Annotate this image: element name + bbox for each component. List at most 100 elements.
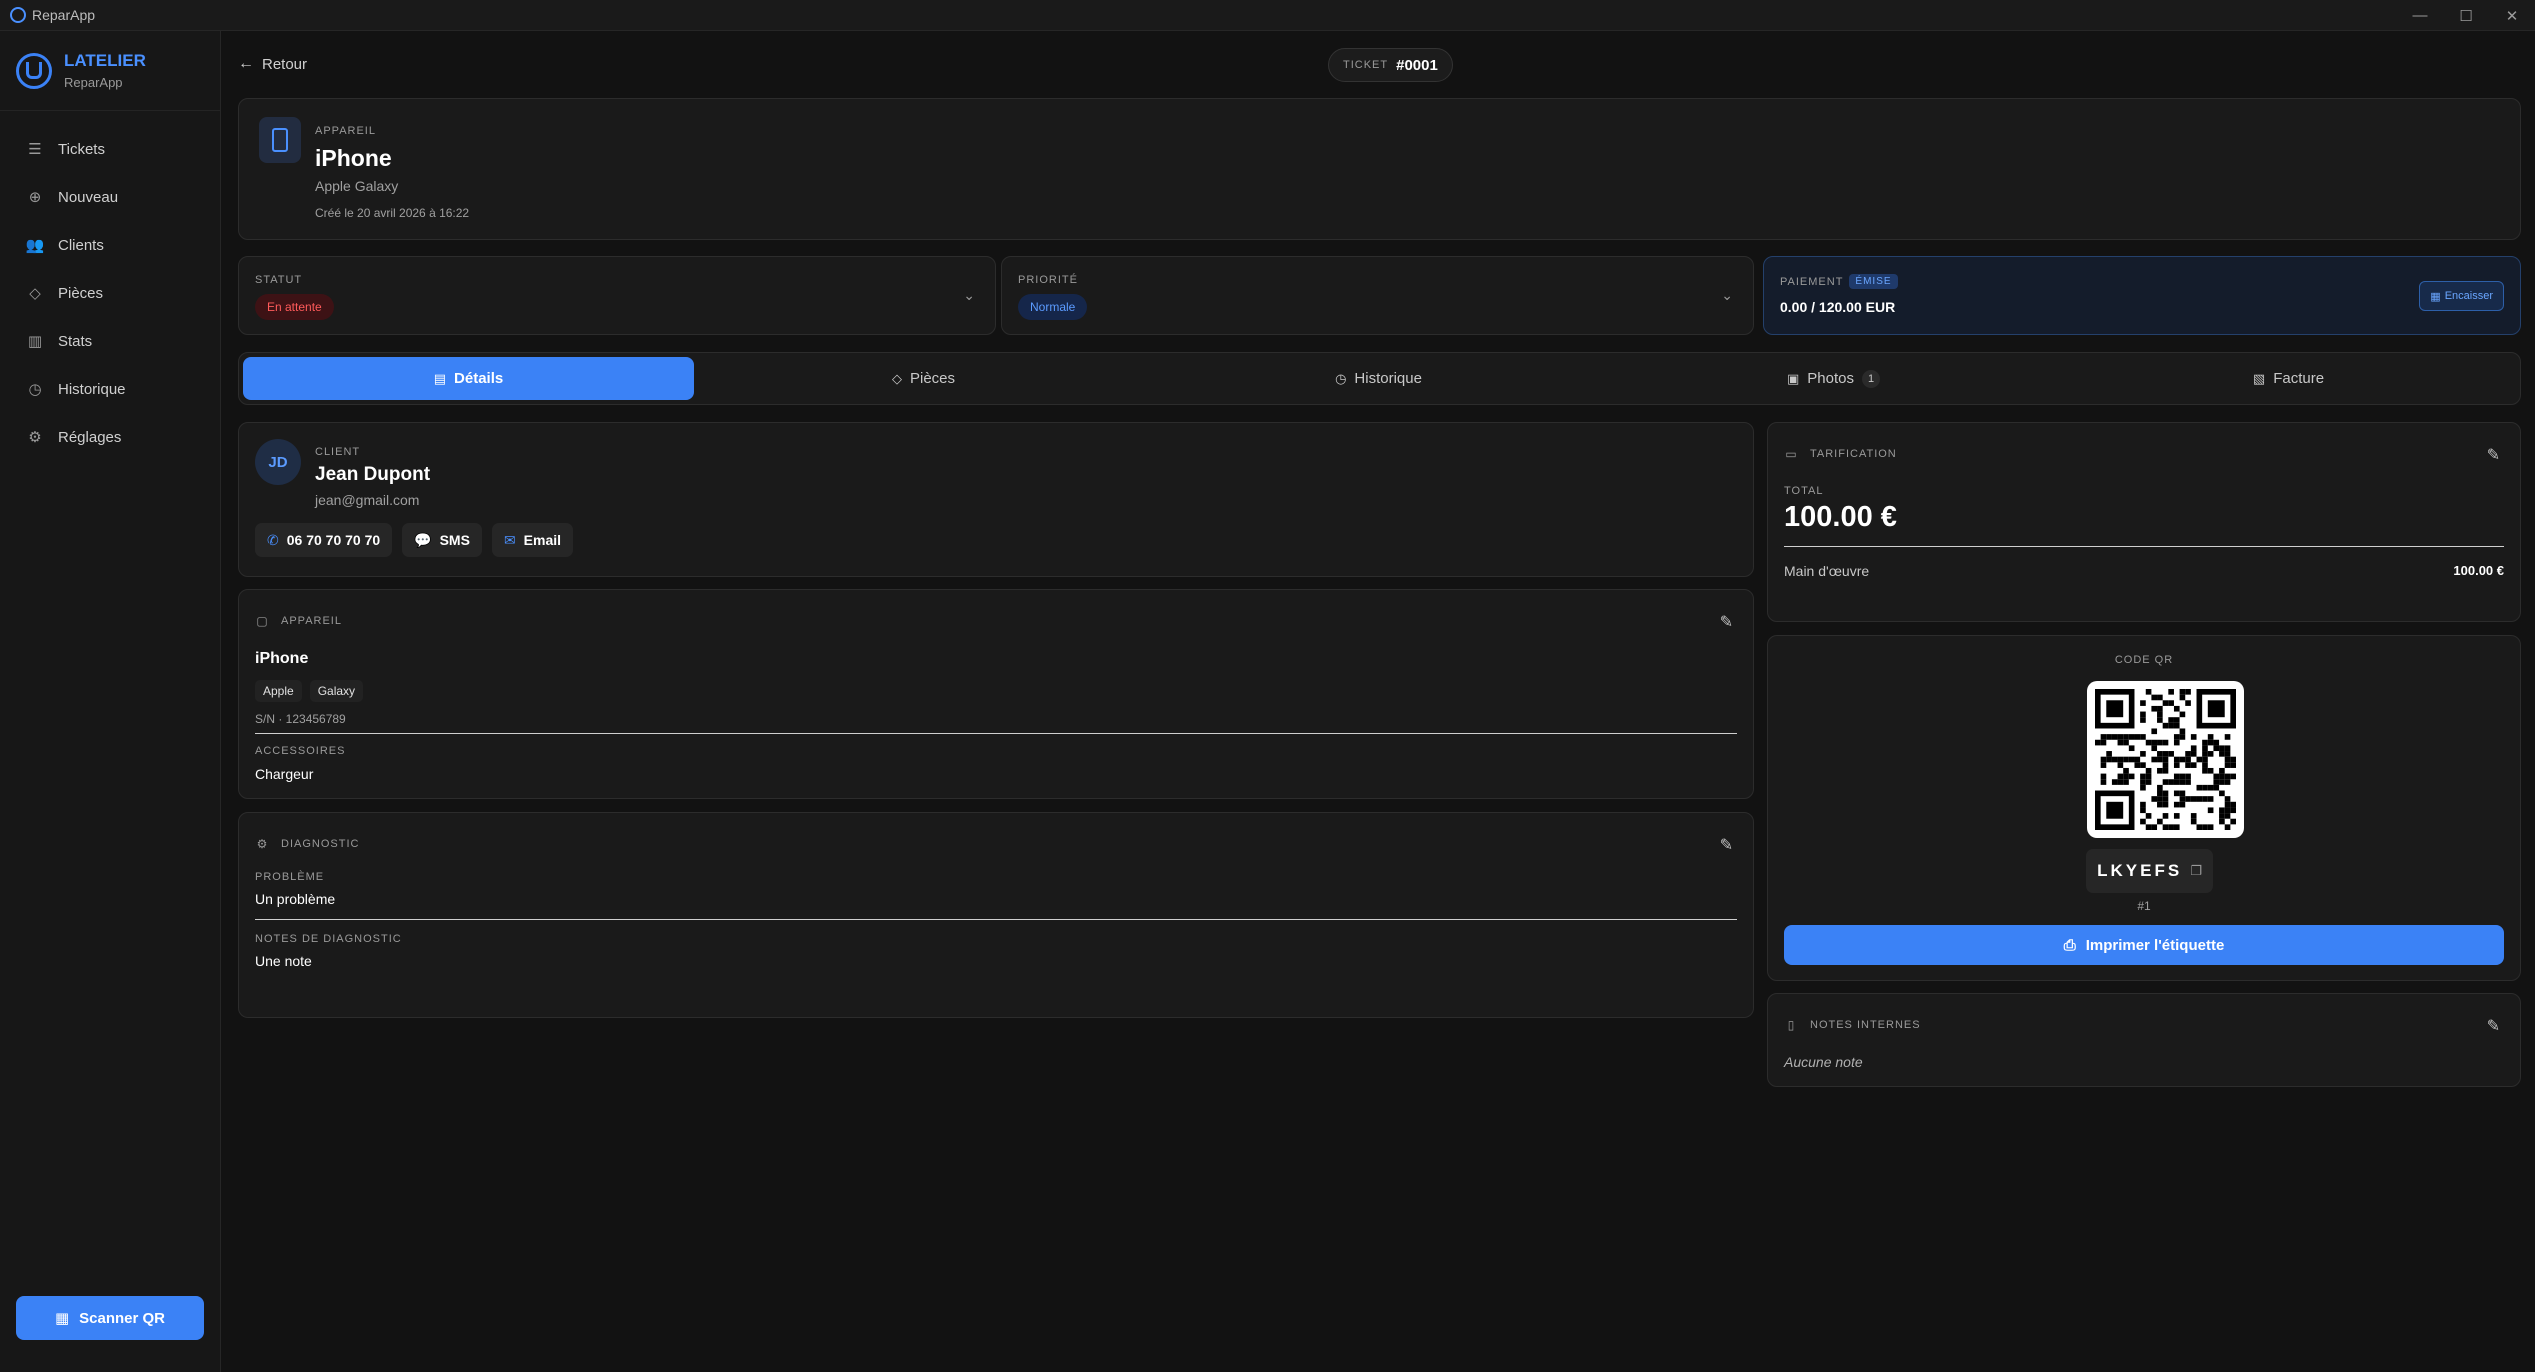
tab-pieces[interactable]: ◇ Pièces — [698, 357, 1149, 400]
appareil-card: ▢ APPAREIL ✎ iPhone Apple Galaxy S/N · 1… — [238, 589, 1754, 799]
client-email: jean@gmail.com — [315, 492, 420, 508]
call-button[interactable]: ✆ 06 70 70 70 70 — [255, 523, 393, 557]
arrow-left-icon: ← — [238, 55, 254, 72]
sidebar-item-label: Stats — [58, 332, 93, 350]
edit-pencil-icon[interactable]: ✎ — [1720, 612, 1733, 632]
chevron-down-icon: ⌄ — [963, 287, 975, 303]
sidebar-item-historique[interactable]: ◷ Historique — [0, 365, 220, 413]
tab-photos[interactable]: ▣ Photos 1 — [1608, 357, 2059, 400]
gear-icon: ⚙ — [256, 837, 268, 851]
back-label: Retour — [262, 55, 308, 73]
minimize-button[interactable]: — — [2397, 0, 2443, 31]
sidebar-item-tickets[interactable]: ☰ Tickets — [0, 125, 220, 173]
sidebar-item-label: Pièces — [58, 284, 104, 302]
sidebar-item-label: Nouveau — [58, 188, 119, 206]
close-button[interactable]: ✕ — [2489, 0, 2535, 31]
print-label-button[interactable]: ⎙ Imprimer l'étiquette — [1784, 925, 2504, 965]
qr-index: #1 — [2137, 899, 2151, 913]
encaisser-label: Encaisser — [2444, 290, 2493, 302]
image-icon: ▣ — [1787, 370, 1800, 386]
divider — [255, 919, 1737, 920]
sidebar-item-label: Réglages — [58, 428, 122, 446]
back-button[interactable]: ← Retour — [238, 55, 307, 73]
divider — [1784, 546, 2504, 547]
tab-bar: ▤ Détails ◇ Pièces ◷ Historique ▣ Photos… — [238, 352, 2521, 405]
encaisser-button[interactable]: ▦ Encaisser — [2419, 281, 2504, 311]
qr-code-svg — [2095, 689, 2236, 830]
clipboard-icon: ▯ — [1787, 1018, 1795, 1032]
qr-icon: ▦ — [2430, 290, 2441, 303]
client-card: JD CLIENT Jean Dupont jean@gmail.com ✆ 06… — [238, 422, 1754, 577]
pricing-line-value: 100.00 € — [2453, 563, 2504, 578]
sms-label: SMS — [439, 532, 470, 548]
brand-sub: ReparApp — [64, 75, 123, 90]
diagnostic-label: DIAGNOSTIC — [281, 838, 360, 850]
copy-icon[interactable]: ❐ — [2190, 863, 2202, 879]
brand-tag: Apple — [255, 680, 302, 702]
chat-icon: 💬 — [414, 531, 432, 548]
model-tag: Galaxy — [309, 680, 364, 702]
client-label: CLIENT — [315, 446, 361, 458]
smartphone-icon — [259, 117, 301, 163]
qr-code-text[interactable]: LKYEFS ❐ — [2086, 849, 2213, 893]
sms-button[interactable]: 💬 SMS — [402, 523, 482, 557]
mail-icon: ✉ — [503, 531, 516, 548]
sidebar-item-clients[interactable]: 👥 Clients — [0, 221, 220, 269]
email-button[interactable]: ✉ Email — [491, 523, 574, 557]
qr-icon: ▦ — [54, 1310, 70, 1327]
ticket-label: TICKET — [1343, 59, 1389, 71]
diagnostic-card: ⚙ DIAGNOSTIC ✎ PROBLÈME Un problème NOTE… — [238, 812, 1754, 1018]
tab-label: Pièces — [909, 370, 956, 387]
ticket-number: #0001 — [1396, 56, 1438, 74]
sidebar-item-nouveau[interactable]: ⊕ Nouveau — [0, 173, 220, 221]
sidebar: LATELIER ReparApp ☰ Tickets ⊕ Nouveau 👥 Cli… — [0, 31, 221, 1372]
payment-card: PAIEMENT ÉMISE 0.00 / 120.00 EUR ▦ Encai… — [1763, 256, 2521, 335]
edit-pencil-icon[interactable]: ✎ — [2487, 445, 2500, 465]
tab-historique[interactable]: ◷ Historique — [1153, 357, 1604, 400]
clock-icon: ◷ — [1335, 370, 1347, 386]
device-model: Apple Galaxy — [315, 178, 399, 194]
internal-notes-card: ▯ NOTES INTERNES ✎ Aucune note — [1767, 993, 2521, 1087]
device-header-card: APPAREIL iPhone Apple Galaxy Créé le 20 … — [238, 98, 2521, 240]
total-amount: 100.00 € — [1784, 501, 1897, 533]
clock-icon: ◷ — [28, 381, 42, 398]
app-icon — [10, 7, 26, 23]
priority-label: PRIORITÉ — [1018, 274, 1078, 286]
main-content: ← Retour TICKET #0001 APPAREIL iPhone Ap… — [222, 31, 2535, 1372]
payment-label: PAIEMENT — [1780, 275, 1844, 288]
qr-label: CODE QR — [2114, 654, 2174, 666]
sidebar-item-reglages[interactable]: ⚙ Réglages — [0, 413, 220, 461]
qr-code-value: LKYEFS — [2097, 861, 2183, 880]
chevron-down-icon: ⌄ — [1721, 287, 1733, 303]
notes-value: Aucune note — [1784, 1054, 1863, 1070]
maximize-button[interactable]: ☐ — [2443, 0, 2489, 31]
phone-icon: ✆ — [267, 531, 279, 548]
pricing-line-label: Main d'œuvre — [1784, 563, 1870, 579]
invoice-icon: ▧ — [2252, 370, 2266, 386]
ticket-number-badge: TICKET #0001 — [1328, 48, 1453, 82]
plus-circle-icon: ⊕ — [28, 189, 42, 206]
square-icon: ▢ — [256, 614, 268, 628]
edit-pencil-icon[interactable]: ✎ — [2487, 1016, 2500, 1036]
tag-icon: ◇ — [29, 285, 41, 302]
tab-facture[interactable]: ▧ Facture — [2063, 357, 2514, 400]
priority-select[interactable]: PRIORITÉ Normale ⌄ — [1001, 256, 1754, 335]
tab-details[interactable]: ▤ Détails — [243, 357, 694, 400]
diagnostic-notes-label: NOTES DE DIAGNOSTIC — [255, 933, 402, 945]
sidebar-nav: ☰ Tickets ⊕ Nouveau 👥 Clients ◇ Pièces ▥ Stat… — [0, 111, 220, 461]
avatar: JD — [255, 439, 301, 485]
appareil-label: APPAREIL — [281, 615, 342, 627]
priority-badge: Normale — [1018, 294, 1088, 320]
status-select[interactable]: STATUT En attente ⌄ — [238, 256, 996, 335]
sidebar-item-pieces[interactable]: ◇ Pièces — [0, 269, 220, 317]
scan-qr-button[interactable]: ▦ Scanner QR — [16, 1296, 204, 1340]
tab-label: Photos — [1807, 370, 1854, 387]
status-badge: En attente — [255, 294, 334, 320]
total-label: TOTAL — [1784, 485, 1824, 497]
sidebar-item-label: Historique — [58, 380, 126, 398]
sidebar-item-stats[interactable]: ▥ Stats — [0, 317, 220, 365]
qr-code-image — [2087, 681, 2244, 838]
edit-pencil-icon[interactable]: ✎ — [1720, 835, 1733, 855]
problem-label: PROBLÈME — [255, 871, 325, 883]
pricing-card: ▭ TARIFICATION ✎ TOTAL 100.00 € Main d'œ… — [1767, 422, 2521, 622]
